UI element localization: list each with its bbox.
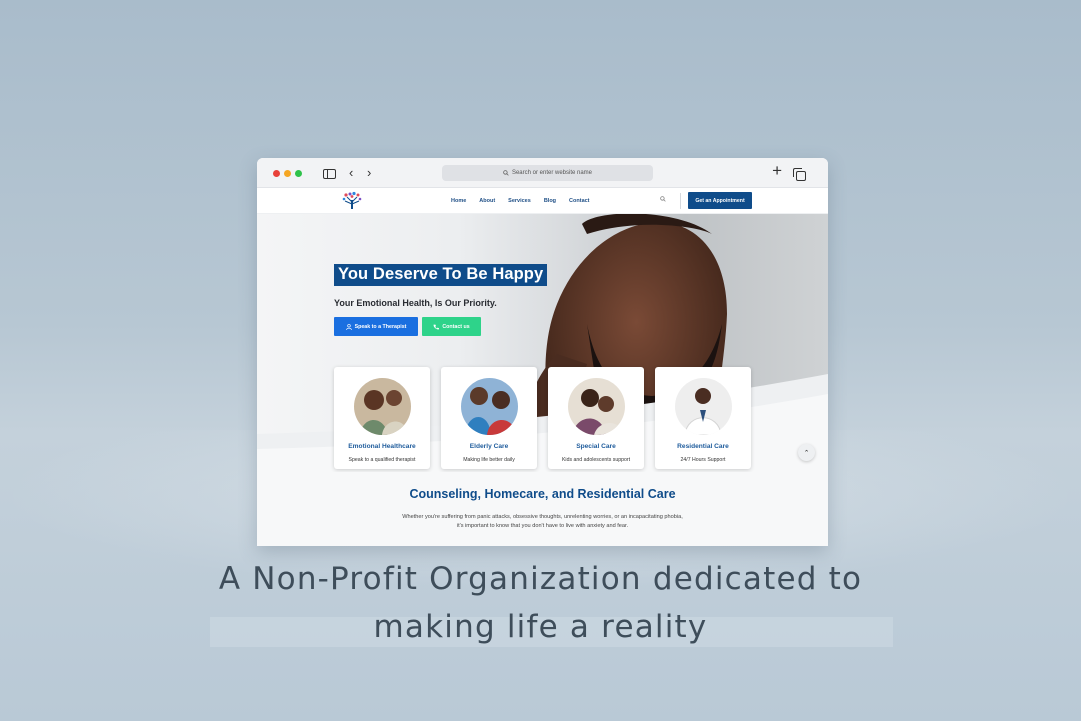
card-title: Elderly Care — [469, 443, 509, 450]
speak-button-label: Speak to a Therapist — [354, 323, 407, 330]
section-body-line1: Whether you're suffering from panic atta… — [402, 514, 683, 520]
card-description: Making life better daily — [463, 457, 515, 463]
hero-section: You Deserve To Be Happy Your Emotional H… — [257, 214, 828, 472]
card-description: 24/7 Hours Support — [680, 457, 726, 463]
sidebar-icon[interactable] — [323, 169, 336, 179]
nav-home[interactable]: Home — [451, 198, 466, 204]
nav-divider — [680, 193, 681, 209]
back-icon[interactable]: ‹ — [349, 165, 353, 181]
search-icon — [503, 170, 509, 176]
contact-button-label: Contact us — [442, 323, 470, 330]
service-card-elderly[interactable]: Elderly Care Making life better daily — [441, 367, 537, 469]
card-title: Special Care — [576, 443, 616, 450]
section-title: Counseling, Homecare, and Residential Ca… — [409, 487, 676, 501]
tree-logo-icon[interactable] — [341, 191, 363, 211]
card-title: Residential Care — [677, 443, 729, 450]
forward-icon[interactable]: › — [367, 165, 371, 181]
hero-subheadline: Your Emotional Health, Is Our Priority. — [334, 298, 497, 308]
speak-to-therapist-button[interactable]: Speak to a Therapist — [334, 317, 418, 336]
hero-headline: You Deserve To Be Happy — [334, 264, 548, 286]
emotional-healthcare-photo — [354, 378, 411, 435]
address-bar[interactable]: Search or enter website name — [442, 165, 653, 181]
residential-care-photo — [675, 378, 732, 435]
address-placeholder: Search or enter website name — [511, 170, 593, 176]
tagline-line1: A Non-Profit Organization dedicated to — [218, 561, 863, 597]
section-body: Whether you're suffering from panic atta… — [347, 513, 738, 531]
plus-icon[interactable]: + — [772, 162, 782, 179]
site-navbar: Home About Services Blog Contact Get an … — [257, 188, 828, 214]
nav-contact[interactable]: Contact — [569, 198, 589, 204]
nav-services[interactable]: Services — [508, 198, 531, 204]
nav-search-icon[interactable] — [660, 196, 666, 202]
minimize-window-dot[interactable] — [284, 170, 291, 177]
close-window-dot[interactable] — [273, 170, 280, 177]
nav-links: Home About Services Blog Contact — [451, 188, 590, 214]
browser-toolbar: ‹ › Search or enter website name + — [257, 158, 828, 188]
service-card-emotional[interactable]: Emotional Healthcare Speak to a qualifie… — [334, 367, 430, 469]
service-card-residential[interactable]: Residential Care 24/7 Hours Support — [655, 367, 751, 469]
chevron-up-icon: ⌃ — [803, 449, 810, 457]
service-card-special[interactable]: Special Care Kids and adolescents suppor… — [548, 367, 644, 469]
user-icon — [345, 323, 352, 330]
scroll-to-top-button[interactable]: ⌃ — [798, 444, 815, 461]
browser-window: ‹ › Search or enter website name + Home … — [257, 158, 828, 546]
services-intro-section: Counseling, Homecare, and Residential Ca… — [257, 472, 828, 546]
tagline-line2: making life a reality — [373, 609, 708, 645]
card-description: Kids and adolescents support — [561, 457, 631, 463]
maximize-window-dot[interactable] — [295, 170, 302, 177]
card-description: Speak to a qualified therapist — [348, 457, 416, 463]
special-care-photo — [568, 378, 625, 435]
get-appointment-button[interactable]: Get an Appointment — [688, 192, 752, 209]
phone-icon — [433, 324, 440, 329]
nav-blog[interactable]: Blog — [544, 198, 556, 204]
tabs-icon[interactable] — [793, 168, 806, 181]
card-title: Emotional Healthcare — [348, 443, 416, 450]
contact-us-button[interactable]: Contact us — [422, 317, 481, 336]
section-body-line2: it's important to know that you don't ha… — [456, 523, 629, 529]
elderly-care-photo — [461, 378, 518, 435]
nav-about[interactable]: About — [479, 198, 495, 204]
